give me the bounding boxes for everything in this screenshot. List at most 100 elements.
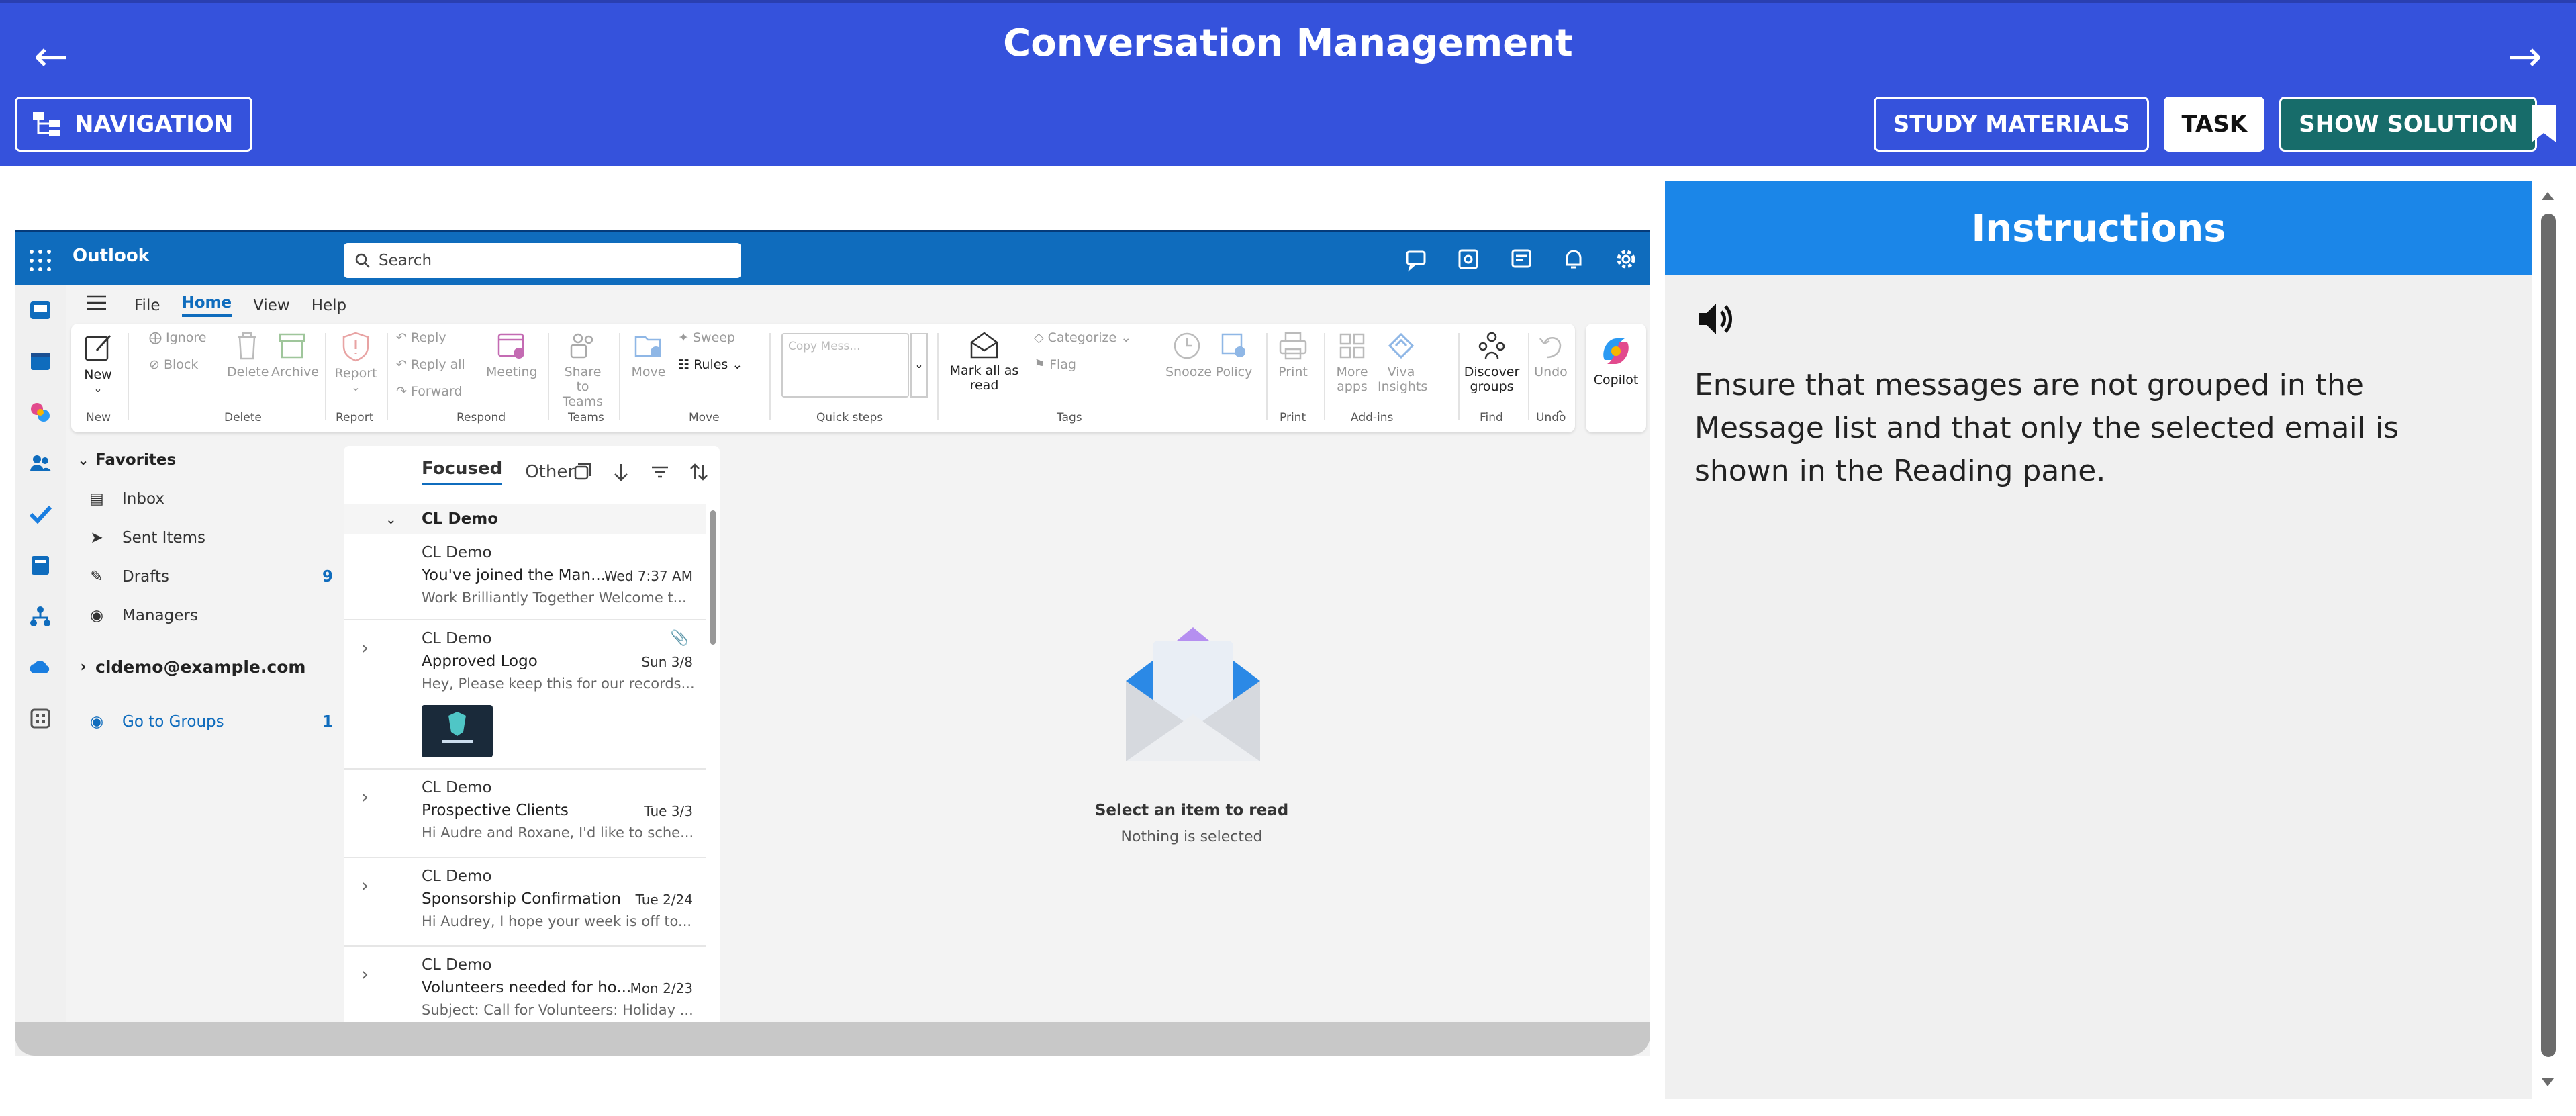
folder-drafts[interactable]: ✎ Drafts 9	[71, 560, 340, 594]
message-subject: You've joined the Man...	[422, 567, 606, 584]
hamburger-menu-icon[interactable]	[87, 295, 106, 310]
account-header[interactable]: › cldemo@example.com	[71, 650, 340, 684]
quick-steps-gallery[interactable]: Copy Mess...	[781, 333, 909, 398]
archive-button[interactable]: Archive	[271, 330, 319, 379]
chat-icon[interactable]	[1403, 246, 1430, 273]
message-list-scrollbar[interactable]	[710, 510, 716, 645]
more-apps-rail-icon[interactable]	[28, 706, 52, 731]
expand-conversation-icon[interactable]: ›	[361, 874, 369, 896]
message-item[interactable]: › CL Demo Prospective Clients Tue 3/3 Hi…	[344, 771, 706, 858]
tab-home[interactable]: Home	[181, 294, 232, 317]
viva-insights-button[interactable]: Viva Insights	[1378, 330, 1427, 394]
go-to-groups-link[interactable]: ◉ Go to Groups 1	[71, 705, 340, 739]
show-solution-button[interactable]: SHOW SOLUTION	[2279, 97, 2537, 152]
todo-check-icon[interactable]	[28, 502, 52, 526]
message-item[interactable]: CL Demo You've joined the Man... Wed 7:3…	[344, 536, 706, 620]
folder-sent-items[interactable]: ➤ Sent Items	[71, 521, 340, 555]
tab-focused[interactable]: Focused	[422, 459, 503, 485]
calendar-icon[interactable]	[28, 349, 52, 373]
snooze-button[interactable]: Snooze	[1165, 330, 1212, 379]
folder-managers[interactable]: ◉ Managers	[71, 599, 340, 633]
favorites-header[interactable]: ⌄ Favorites	[71, 443, 340, 477]
more-apps-button[interactable]: More apps	[1331, 330, 1374, 394]
reply-all-button[interactable]: ↶ Reply all	[396, 357, 465, 372]
copilot-rail-icon[interactable]	[28, 400, 52, 424]
attachment-thumbnail[interactable]	[422, 705, 493, 757]
rules-button[interactable]: ☷ Rules ⌄	[678, 357, 743, 372]
groups-count-badge: 1	[322, 713, 333, 731]
trash-icon	[238, 332, 256, 360]
outlook-topbar: Outlook Search	[15, 230, 1650, 285]
expand-conversation-icon[interactable]: ›	[361, 637, 369, 659]
people-icon[interactable]	[28, 451, 52, 475]
ignore-button[interactable]: ⨁ Ignore	[149, 330, 206, 345]
search-placeholder: Search	[379, 252, 432, 269]
forward-button[interactable]: ↷ Forward	[396, 384, 462, 399]
bookings-icon[interactable]	[28, 553, 52, 577]
speaker-audio-icon[interactable]	[1695, 298, 1736, 340]
message-item[interactable]: › CL Demo 📎 Approved Logo Sun 3/8 Hey, P…	[344, 622, 706, 770]
notes-icon[interactable]	[1508, 246, 1535, 273]
new-mail-button[interactable]: New ⌄	[79, 332, 117, 395]
page-scrollbar-thumb[interactable]	[2541, 214, 2556, 1057]
policy-button[interactable]: Policy	[1212, 330, 1255, 379]
reading-pane-subtitle: Nothing is selected	[1120, 829, 1263, 845]
scroll-up-icon[interactable]	[2539, 189, 2557, 203]
share-to-teams-button[interactable]: Share to Teams	[557, 330, 608, 409]
message-date: Tue 2/24	[635, 892, 693, 908]
message-item[interactable]: › CL Demo Sponsorship Confirmation Tue 2…	[344, 859, 706, 947]
print-button[interactable]: Print	[1273, 330, 1313, 379]
mail-icon[interactable]	[28, 298, 52, 322]
settings-gear-icon[interactable]	[1613, 246, 1639, 273]
report-button[interactable]: Report ⌄	[334, 330, 377, 393]
forward-arrow-icon[interactable]: →	[2498, 30, 2552, 83]
sweep-label: Sweep	[692, 330, 736, 345]
quick-steps-expand[interactable]: ⌄	[910, 333, 928, 398]
sweep-button[interactable]: ✦ Sweep	[678, 330, 735, 345]
delete-button[interactable]: Delete	[227, 330, 269, 379]
meeting-button[interactable]: Meeting	[486, 330, 538, 379]
org-chart-icon[interactable]	[28, 604, 52, 629]
flag-button[interactable]: ⚑ Flag	[1034, 357, 1076, 372]
onedrive-icon[interactable]	[28, 655, 52, 680]
discover-groups-button[interactable]: Discover groups	[1462, 330, 1521, 394]
undo-button[interactable]: Undo	[1532, 330, 1570, 379]
tab-file[interactable]: File	[134, 297, 160, 314]
select-icon[interactable]	[572, 462, 592, 482]
categorize-button[interactable]: ◇ Categorize ⌄	[1034, 330, 1131, 345]
jump-to-icon[interactable]	[611, 462, 631, 482]
app-launcher-icon[interactable]	[28, 248, 52, 273]
move-button[interactable]: Move	[628, 330, 669, 379]
message-sender: CL Demo	[422, 544, 492, 561]
study-materials-button[interactable]: STUDY MATERIALS	[1873, 97, 2150, 152]
sort-icon[interactable]	[689, 462, 709, 482]
copilot-button[interactable]: Copilot	[1586, 324, 1646, 432]
tab-view[interactable]: View	[253, 297, 290, 314]
expand-conversation-icon[interactable]: ›	[361, 786, 369, 808]
search-input[interactable]: Search	[344, 243, 741, 278]
move-label: Move	[631, 365, 666, 379]
tab-other[interactable]: Other	[525, 462, 575, 482]
menu-tabs: File Home View Help	[134, 289, 346, 322]
expand-conversation-icon[interactable]: ›	[361, 963, 369, 985]
block-button[interactable]: ⊘ Block	[149, 357, 198, 372]
navigation-button[interactable]: NAVIGATION	[15, 97, 253, 152]
outlook-mini-icon[interactable]	[1456, 246, 1482, 273]
filter-icon[interactable]	[650, 462, 670, 482]
group-print-label: Print	[1280, 411, 1306, 424]
group-tags-label: Tags	[1057, 411, 1082, 424]
outlook-window: Outlook Search File Home View Help New ⌄…	[15, 230, 1650, 1056]
collapse-ribbon-icon[interactable]: ⌃	[1555, 408, 1565, 422]
chevron-down-icon: ⌄	[77, 452, 89, 468]
tab-help[interactable]: Help	[312, 297, 346, 314]
folder-inbox[interactable]: ▤ Inbox	[71, 482, 340, 516]
bookmark-icon[interactable]	[2530, 103, 2557, 144]
message-sender: CL Demo	[422, 630, 492, 647]
task-button[interactable]: TASK	[2164, 97, 2265, 152]
scroll-down-icon[interactable]	[2539, 1076, 2557, 1089]
reply-button[interactable]: ↶ Reply	[396, 330, 446, 345]
bell-icon[interactable]	[1560, 246, 1587, 273]
conversation-group-header[interactable]: ⌄ CL Demo	[344, 504, 706, 534]
instructions-panel: Instructions Ensure that messages are no…	[1665, 181, 2532, 1099]
mark-all-read-button[interactable]: Mark all as read	[944, 330, 1024, 393]
